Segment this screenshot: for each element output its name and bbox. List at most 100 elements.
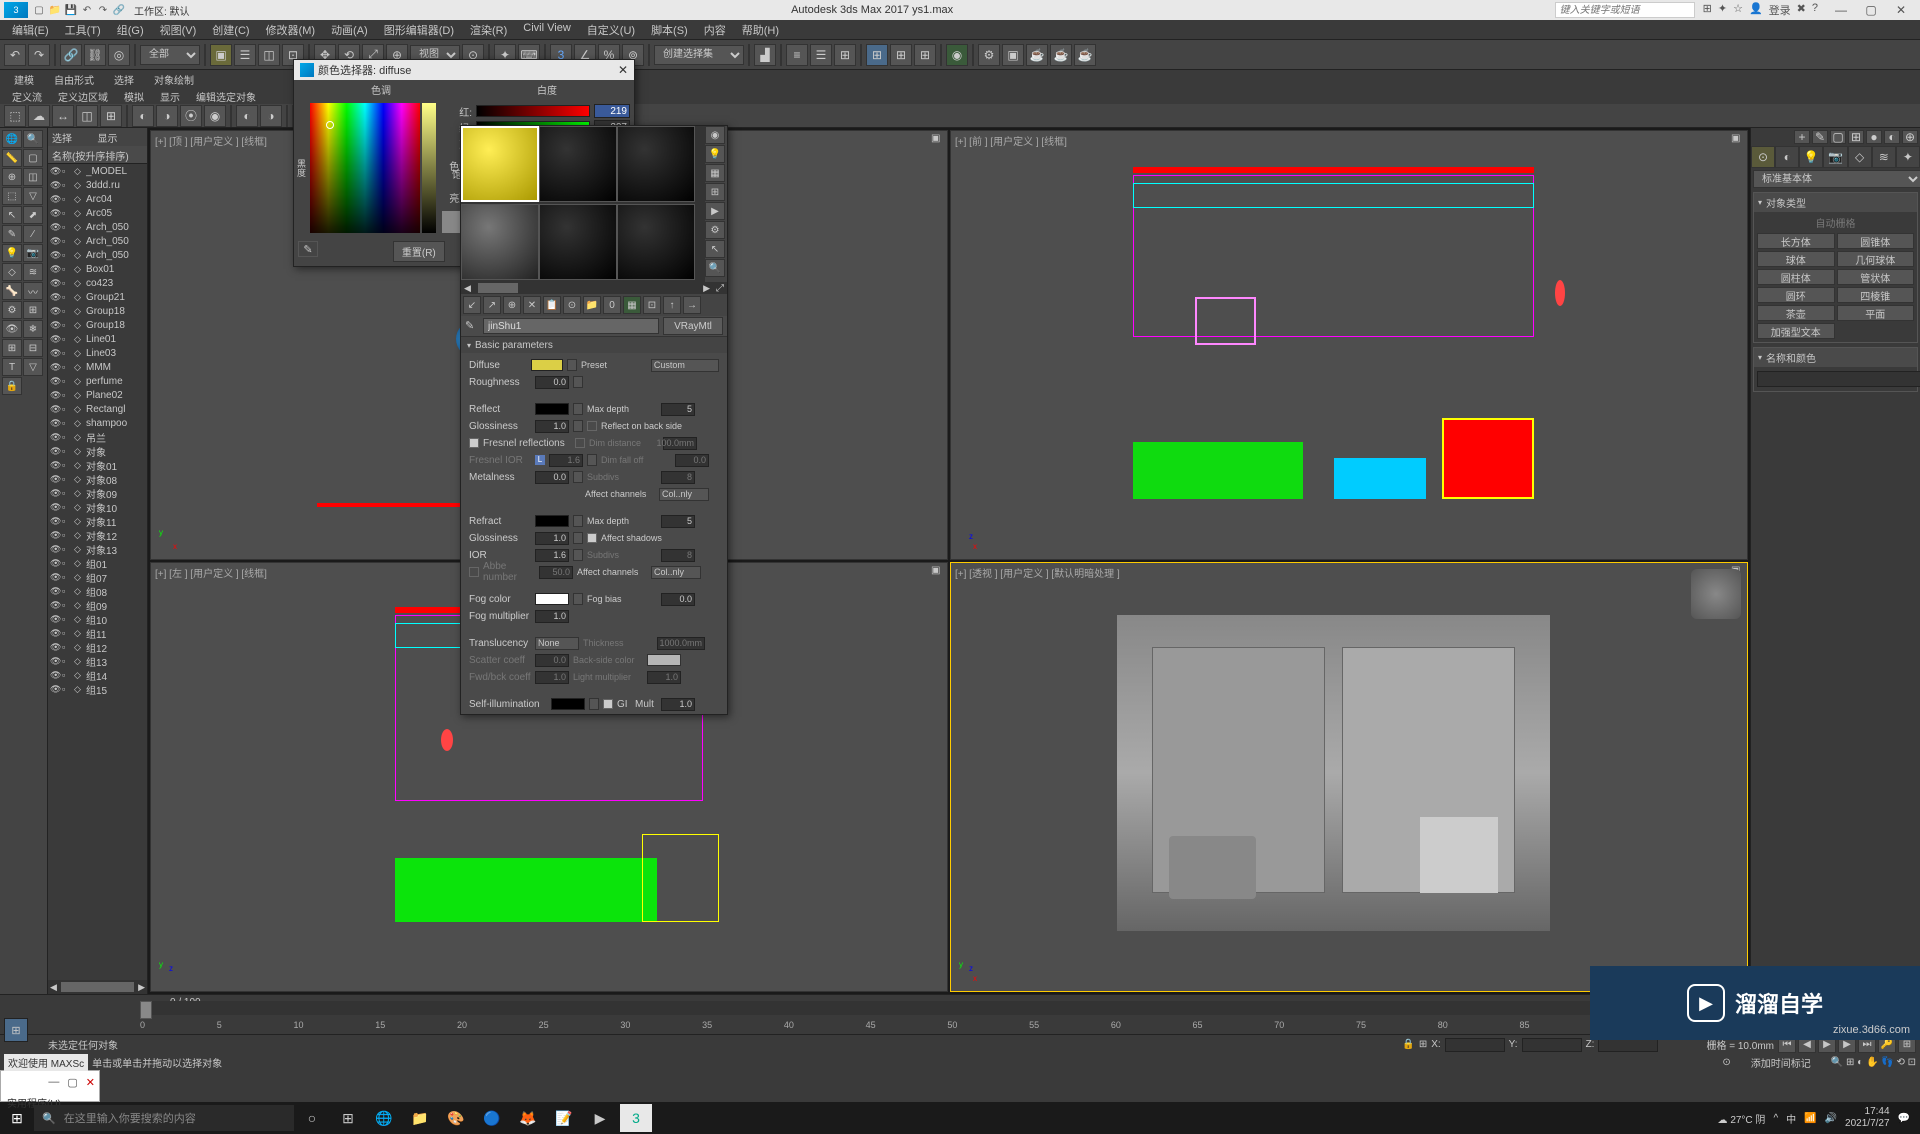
bind-button[interactable]: ◎ [108,44,130,66]
tree-item[interactable]: 👁▫◇Group21 [48,290,147,304]
mat-reset-icon[interactable]: ✕ [523,296,541,314]
fresnel-lock[interactable]: L [535,455,545,465]
y-coord-input[interactable] [1522,1038,1582,1052]
layers-button[interactable]: ☰ [810,44,832,66]
menu-content[interactable]: 内容 [696,20,734,39]
selfillum-map[interactable] [589,698,599,710]
fog-bias-spinner[interactable]: 0.0 [661,593,695,606]
color-dialog-title-bar[interactable]: 颜色选择器: diffuse ✕ [294,60,634,80]
lt-warp-icon[interactable]: 〰 [23,282,43,300]
tree-item[interactable]: 👁▫◇对象01 [48,458,147,472]
affect-shadows-cb[interactable] [587,533,597,543]
lt-select-icon[interactable]: ◫ [23,168,43,186]
object-name-input[interactable] [1757,371,1920,387]
reflect-map[interactable] [573,403,583,415]
lt-zoom-icon[interactable]: ⊕ [2,168,22,186]
tree-item[interactable]: 👁▫◇组14 [48,668,147,682]
mat-copy-icon[interactable]: 📋 [543,296,561,314]
minimize-button[interactable]: — [1826,1,1856,19]
sec-header-name-color[interactable]: 名称和颜色 [1754,348,1917,367]
tree-item[interactable]: 👁▫◇组12 [48,640,147,654]
qat-save-icon[interactable]: 💾 [64,3,78,17]
diffuse-swatch[interactable] [531,359,563,371]
lt-find-icon[interactable]: 🔍 [23,130,43,148]
tree-item[interactable]: 👁▫◇perfume [48,374,147,388]
cmd-tool-6[interactable]: ◐ [1884,130,1900,144]
create-四棱锥[interactable]: 四棱锥 [1837,287,1915,303]
tray-weather[interactable]: ☁ 27°C 阴 [1718,1111,1766,1126]
metalness-spinner[interactable]: 0.0 [535,471,569,484]
tree-item[interactable]: 👁▫◇3ddd.ru [48,178,147,192]
named-selection-dropdown[interactable]: 创建选择集 [654,45,744,65]
ribbon-cloud-icon[interactable]: ☁ [28,105,50,127]
r-slider[interactable] [476,105,590,117]
create-圆锥体[interactable]: 圆锥体 [1837,233,1915,249]
mat-expand-icon[interactable]: ⤢ [713,283,727,294]
mat-sample-type-icon[interactable]: ◉ [705,126,725,144]
star-icon[interactable]: ☆ [1733,2,1743,18]
nav-zoom-button[interactable]: 🔍 [1831,1057,1843,1068]
create-管状体[interactable]: 管状体 [1837,269,1915,285]
diffuse-map[interactable] [567,359,577,371]
nav-max-button[interactable]: ⊡ [1908,1057,1916,1068]
se-header-display[interactable]: 显示 [98,130,144,145]
sample-slot-3[interactable] [617,126,695,202]
add-time-marker[interactable]: 添加时间标记 [1751,1055,1811,1070]
maximize-button[interactable]: ▢ [1856,1,1886,19]
lt-cursor-icon[interactable]: ⬈ [23,206,43,224]
ribbon-tool-9[interactable]: ◉ [204,105,226,127]
help-search-input[interactable] [1555,2,1695,18]
cmd-tab-display[interactable]: ◇ [1848,146,1872,168]
unlink-button[interactable]: ⛓ [84,44,106,66]
whiteness-slider[interactable] [422,103,436,233]
tree-item[interactable]: 👁▫◇吊兰 [48,430,147,444]
task-explorer-icon[interactable]: 📁 [404,1104,436,1132]
mat-video-icon[interactable]: ▶ [705,202,725,220]
lt-globe-icon[interactable]: 🌐 [2,130,22,148]
tree-item[interactable]: 👁▫◇对象12 [48,528,147,542]
lt-freeze-icon[interactable]: ❄ [23,320,43,338]
ribbon-tool-7[interactable]: ◑ [156,105,178,127]
cmd-tool-1[interactable]: + [1794,130,1810,144]
ribbon-tool-1[interactable]: ⬚ [4,105,26,127]
vp-label-persp[interactable]: [+] [透视 ] [用户定义 ] [默认明暗处理 ] [955,565,1120,580]
color-field-cursor[interactable] [326,121,334,129]
eyedropper-button[interactable]: ✎ [298,241,318,257]
lt-region-icon[interactable]: ▢ [23,149,43,167]
cmd-category-dropdown[interactable]: 标准基本体 [1753,170,1920,188]
tray-volume-icon[interactable]: 🔊 [1825,1113,1837,1124]
material-type-button[interactable]: VRayMtl [663,317,723,335]
create-圆柱体[interactable]: 圆柱体 [1757,269,1835,285]
tree-item[interactable]: 👁▫◇_MODEL [48,164,147,178]
r-input[interactable] [594,104,630,118]
lt-gear-icon[interactable]: ⚙ [2,301,22,319]
create-平面[interactable]: 平面 [1837,305,1915,321]
qat-redo-icon[interactable]: ↷ [96,3,110,17]
qat-link-icon[interactable]: 🔗 [112,3,126,17]
tree-item[interactable]: 👁▫◇shampoo [48,416,147,430]
tray-wifi-icon[interactable]: 📶 [1804,1113,1816,1124]
close-button[interactable]: ✕ [1886,1,1916,19]
fog-map[interactable] [573,593,583,605]
fresnel-cb[interactable] [469,438,479,448]
select-object-button[interactable]: ▣ [210,44,232,66]
tree-item[interactable]: 👁▫◇Arc05 [48,206,147,220]
tray-up-icon[interactable]: ^ [1773,1113,1778,1124]
se-header-select[interactable]: 选择 [52,130,98,145]
se-tree[interactable]: 👁▫◇_MODEL👁▫◇3ddd.ru👁▫◇Arc04👁▫◇Arc05👁▫◇Ar… [48,164,147,980]
refract-map[interactable] [573,515,583,527]
mat-background-icon[interactable]: ▦ [705,164,725,182]
preset-dropdown[interactable]: Custom [651,359,719,372]
ribbon-tab-modeling[interactable]: 建模 [4,70,44,88]
sample-slot-4[interactable] [461,204,539,280]
task-firefox-icon[interactable]: 🦊 [512,1104,544,1132]
align-button[interactable]: ≡ [786,44,808,66]
fresnel-ior-map[interactable] [587,454,597,466]
task-notes-icon[interactable]: 📝 [548,1104,580,1132]
cmd-tab-create[interactable]: ⊙ [1751,146,1775,168]
render-prod-button[interactable]: ☕ [1050,44,1072,66]
coord-icon[interactable]: ⊞ [1419,1039,1427,1050]
mat-select-icon[interactable]: ↖ [705,240,725,258]
cmd-tool-7[interactable]: ⊕ [1902,130,1918,144]
menu-create[interactable]: 创建(C) [204,20,257,39]
